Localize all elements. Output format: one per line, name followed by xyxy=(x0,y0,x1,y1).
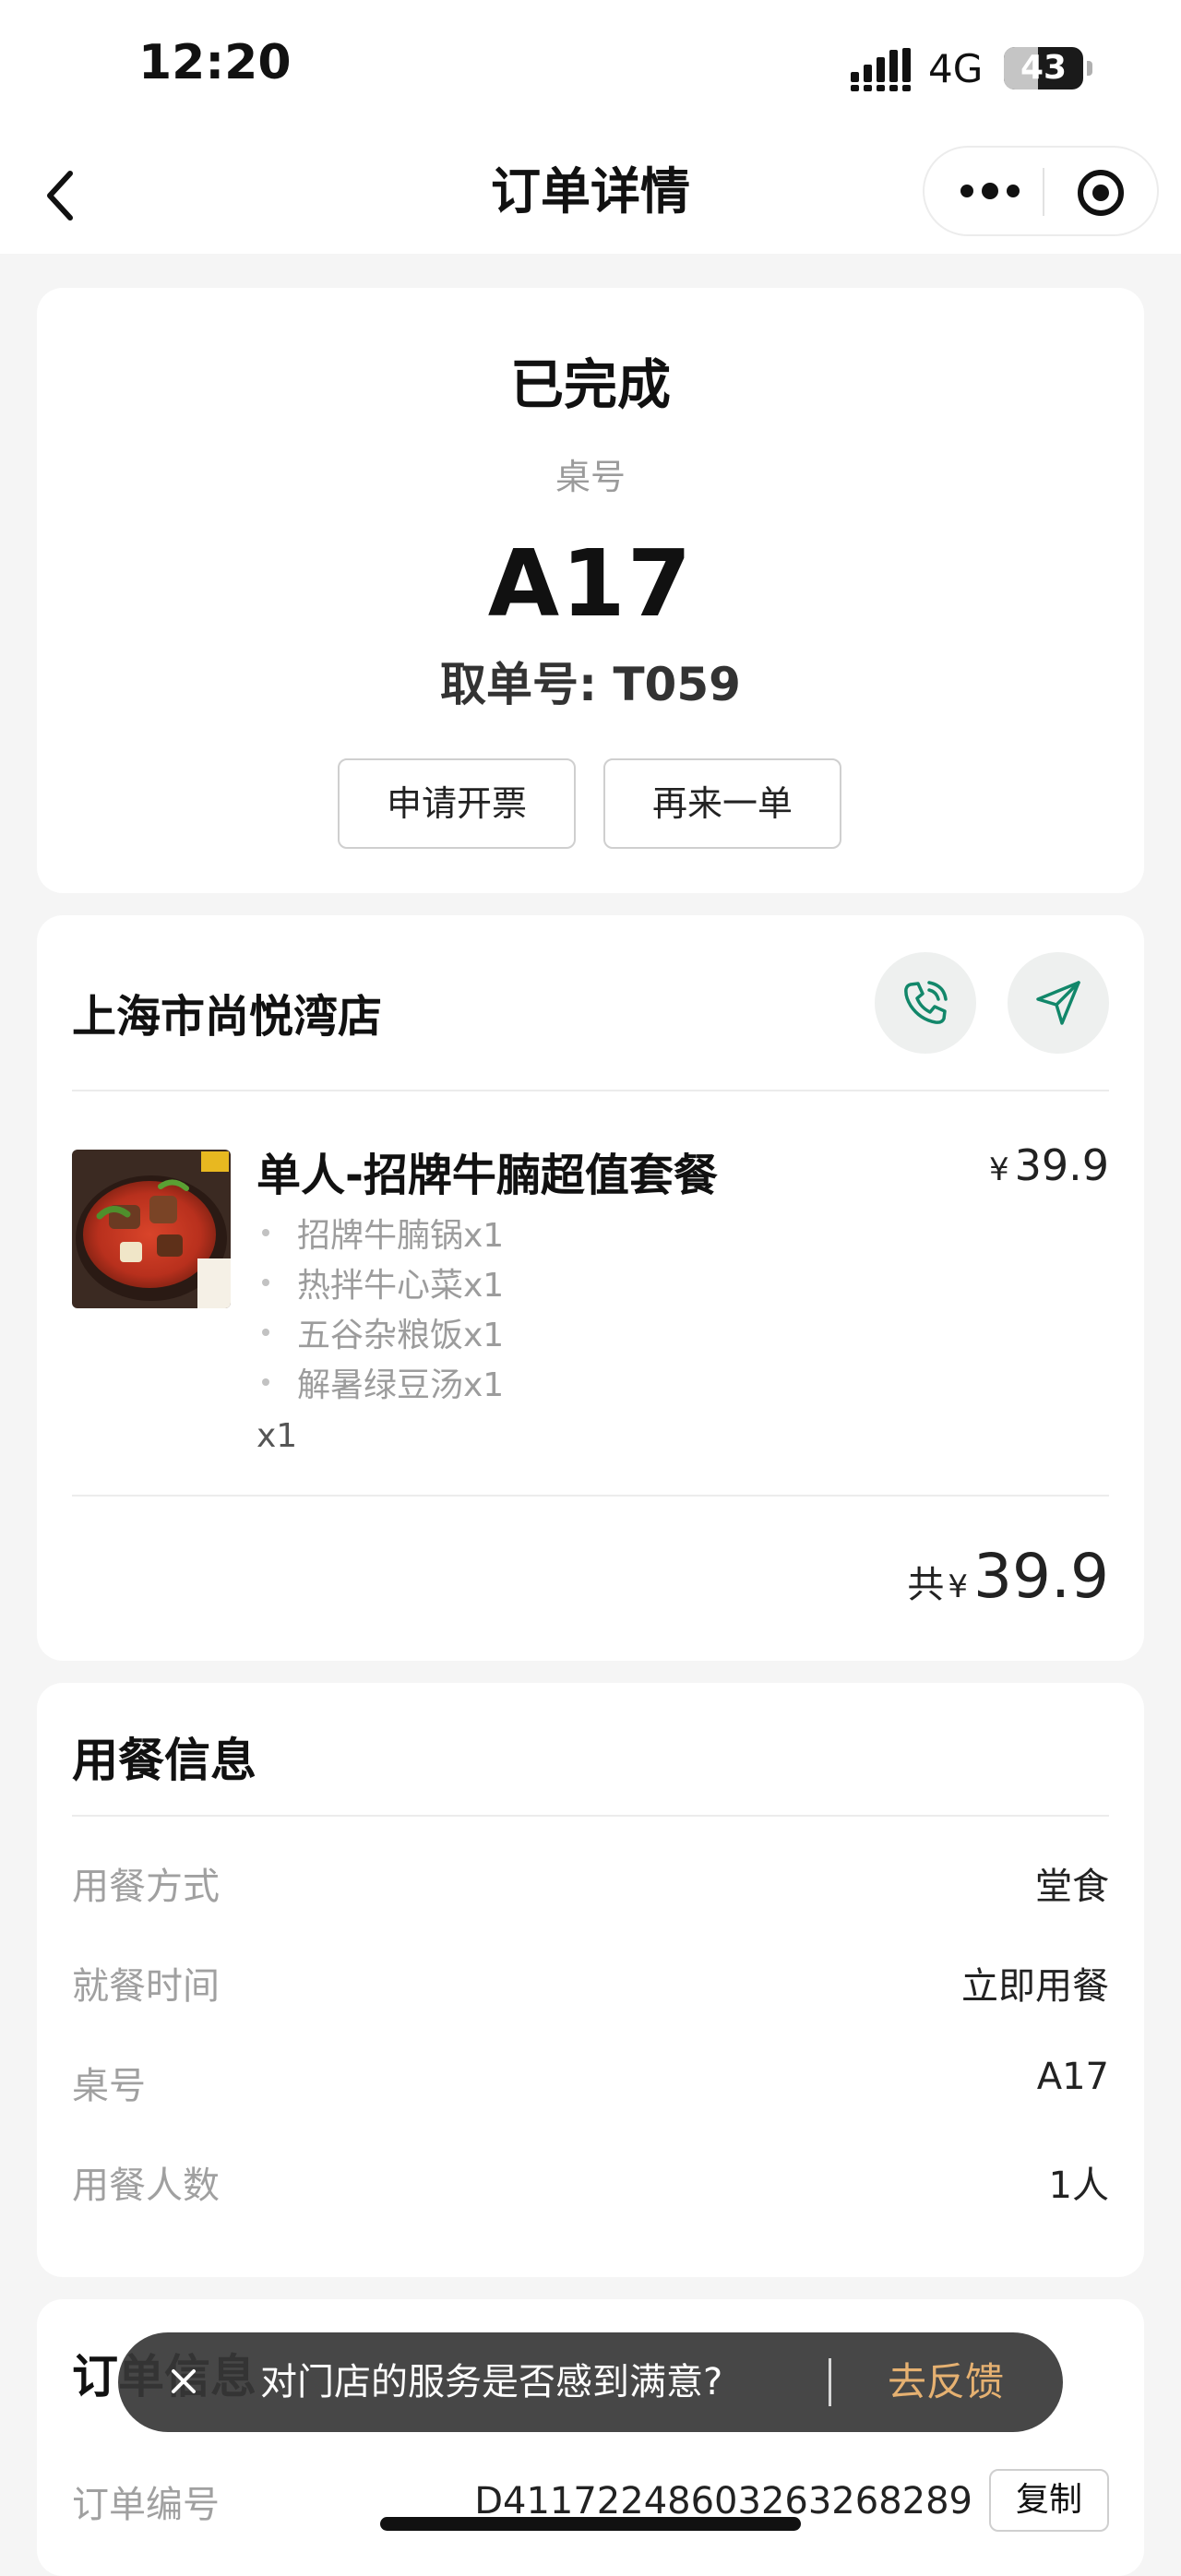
battery-icon: 43 xyxy=(1004,47,1083,89)
call-store-button[interactable] xyxy=(875,952,976,1054)
network-type: 4G xyxy=(928,46,984,91)
nav-bar: 订单详情 xyxy=(0,138,1181,254)
sub-item: 热拌牛心菜x1 xyxy=(261,1258,504,1306)
order-status: 已完成 xyxy=(509,353,671,416)
status-time: 12:20 xyxy=(138,35,292,90)
toast-divider xyxy=(829,2358,831,2406)
toast-message: 对门店的服务是否感到满意? xyxy=(260,2361,723,2403)
order-total: 共 ¥39.9 xyxy=(907,1541,1109,1612)
battery-tip xyxy=(1087,61,1092,76)
dining-time-value: 立即用餐 xyxy=(961,1965,1109,2008)
table-number: A17 xyxy=(487,530,694,638)
order-status-card: 已完成 桌号 A17 取单号: T059 申请开票 再来一单 xyxy=(37,288,1144,893)
feedback-link[interactable]: 去反馈 xyxy=(888,2332,1004,2432)
total-amount: 39.9 xyxy=(973,1541,1109,1612)
item-name: 单人-招牌牛腩超值套餐 xyxy=(256,1150,718,1201)
invoice-button[interactable]: 申请开票 xyxy=(338,758,576,849)
reorder-button[interactable]: 再来一单 xyxy=(603,758,841,849)
sub-item: 招牌牛腩锅x1 xyxy=(261,1209,504,1257)
store-order-card: 上海市尚悦湾店 单人-招牌牛腩超值套餐 ¥ 39.9 招牌牛腩锅x1 热拌牛心菜… xyxy=(37,915,1144,1661)
battery-level: 43 xyxy=(1020,49,1068,87)
table-label: 桌号 xyxy=(555,457,626,497)
navigate-button[interactable] xyxy=(1008,952,1109,1054)
capsule-divider xyxy=(1043,168,1044,216)
divider xyxy=(72,1495,1109,1497)
navigate-icon xyxy=(1036,981,1080,1025)
store-name: 上海市尚悦湾店 xyxy=(72,991,383,1043)
divider xyxy=(72,1090,1109,1091)
total-prefix: 共 xyxy=(907,1564,945,1606)
phone-icon xyxy=(904,981,948,1024)
dining-info-card: 用餐信息 用餐方式 堂食 就餐时间 立即用餐 桌号 A17 用餐人数 1人 xyxy=(37,1683,1144,2277)
table-number-label: 桌号 xyxy=(72,2065,146,2107)
item-price-value: 39.9 xyxy=(1014,1140,1109,1190)
copy-button[interactable]: 复制 xyxy=(989,2469,1109,2532)
currency-symbol: ¥ xyxy=(948,1568,969,1605)
more-dots-icon[interactable] xyxy=(958,171,1022,211)
party-size-label: 用餐人数 xyxy=(72,2165,220,2207)
item-price: ¥39.9 xyxy=(989,1140,1109,1190)
order-number-label: 订单编号 xyxy=(72,2484,220,2526)
dish-image xyxy=(72,1150,231,1308)
item-quantity: x1 xyxy=(256,1417,298,1455)
pickup-number: 取单号: T059 xyxy=(440,658,741,711)
sub-item: 解暑绿豆汤x1 xyxy=(261,1358,504,1406)
divider xyxy=(72,1815,1109,1817)
dining-mode-label: 用餐方式 xyxy=(72,1866,220,1908)
feedback-toast: 对门店的服务是否感到满意? 去反馈 xyxy=(118,2332,1063,2432)
section-title: 用餐信息 xyxy=(72,1734,256,1787)
sub-item: 五谷杂粮饭x1 xyxy=(261,1308,504,1356)
mini-program-capsule xyxy=(923,146,1159,236)
table-number-value: A17 xyxy=(1036,2056,1109,2098)
dining-time-label: 就餐时间 xyxy=(72,1965,220,2008)
status-bar: 12:20 4G 43 xyxy=(0,0,1181,138)
party-size-value: 1人 xyxy=(1048,2165,1109,2207)
close-icon[interactable] xyxy=(162,2360,205,2403)
home-indicator xyxy=(380,2517,801,2531)
dining-mode-value: 堂食 xyxy=(1035,1866,1109,1908)
target-icon[interactable] xyxy=(1076,168,1126,218)
currency-symbol: ¥ xyxy=(988,1151,1009,1188)
signal-icon xyxy=(851,48,911,91)
